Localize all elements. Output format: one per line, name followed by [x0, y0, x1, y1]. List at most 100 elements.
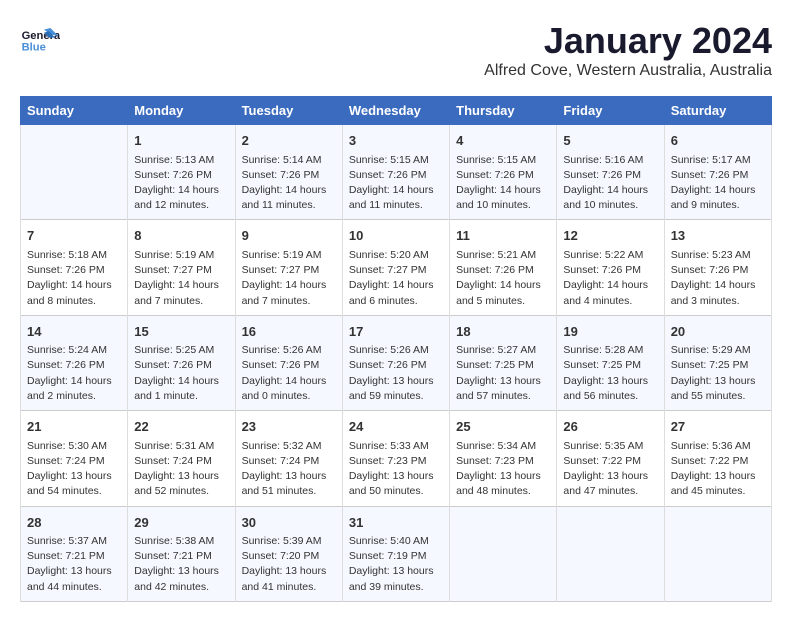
day-info: Sunrise: 5:31 AM Sunset: 7:24 PM Dayligh… — [134, 439, 228, 500]
day-number: 21 — [27, 417, 121, 437]
day-info: Sunrise: 5:16 AM Sunset: 7:26 PM Dayligh… — [563, 153, 657, 214]
day-number: 1 — [134, 131, 228, 151]
day-number: 25 — [456, 417, 550, 437]
month-title: January 2024 — [484, 20, 772, 62]
day-number: 6 — [671, 131, 765, 151]
calendar-cell: 1Sunrise: 5:13 AM Sunset: 7:26 PM Daylig… — [128, 125, 235, 220]
day-info: Sunrise: 5:14 AM Sunset: 7:26 PM Dayligh… — [242, 153, 336, 214]
calendar-cell: 22Sunrise: 5:31 AM Sunset: 7:24 PM Dayli… — [128, 411, 235, 506]
day-info: Sunrise: 5:30 AM Sunset: 7:24 PM Dayligh… — [27, 439, 121, 500]
calendar-cell: 7Sunrise: 5:18 AM Sunset: 7:26 PM Daylig… — [21, 220, 128, 315]
day-number: 12 — [563, 226, 657, 246]
week-row-3: 14Sunrise: 5:24 AM Sunset: 7:26 PM Dayli… — [21, 315, 772, 410]
calendar-cell: 13Sunrise: 5:23 AM Sunset: 7:26 PM Dayli… — [664, 220, 771, 315]
day-info: Sunrise: 5:27 AM Sunset: 7:25 PM Dayligh… — [456, 343, 550, 404]
calendar-cell: 3Sunrise: 5:15 AM Sunset: 7:26 PM Daylig… — [342, 125, 449, 220]
weekday-header-tuesday: Tuesday — [235, 97, 342, 125]
day-number: 8 — [134, 226, 228, 246]
day-info: Sunrise: 5:36 AM Sunset: 7:22 PM Dayligh… — [671, 439, 765, 500]
calendar-cell: 16Sunrise: 5:26 AM Sunset: 7:26 PM Dayli… — [235, 315, 342, 410]
calendar-cell: 29Sunrise: 5:38 AM Sunset: 7:21 PM Dayli… — [128, 506, 235, 601]
calendar-cell: 8Sunrise: 5:19 AM Sunset: 7:27 PM Daylig… — [128, 220, 235, 315]
svg-text:Blue: Blue — [22, 41, 46, 53]
calendar-cell — [450, 506, 557, 601]
day-number: 13 — [671, 226, 765, 246]
day-info: Sunrise: 5:28 AM Sunset: 7:25 PM Dayligh… — [563, 343, 657, 404]
calendar-cell: 24Sunrise: 5:33 AM Sunset: 7:23 PM Dayli… — [342, 411, 449, 506]
day-info: Sunrise: 5:38 AM Sunset: 7:21 PM Dayligh… — [134, 534, 228, 595]
day-number: 30 — [242, 513, 336, 533]
day-number: 15 — [134, 322, 228, 342]
day-info: Sunrise: 5:29 AM Sunset: 7:25 PM Dayligh… — [671, 343, 765, 404]
day-number: 26 — [563, 417, 657, 437]
calendar-cell: 21Sunrise: 5:30 AM Sunset: 7:24 PM Dayli… — [21, 411, 128, 506]
day-info: Sunrise: 5:20 AM Sunset: 7:27 PM Dayligh… — [349, 248, 443, 309]
week-row-5: 28Sunrise: 5:37 AM Sunset: 7:21 PM Dayli… — [21, 506, 772, 601]
day-number: 9 — [242, 226, 336, 246]
calendar-cell: 12Sunrise: 5:22 AM Sunset: 7:26 PM Dayli… — [557, 220, 664, 315]
calendar-cell — [664, 506, 771, 601]
calendar-cell: 23Sunrise: 5:32 AM Sunset: 7:24 PM Dayli… — [235, 411, 342, 506]
day-number: 27 — [671, 417, 765, 437]
weekday-header-friday: Friday — [557, 97, 664, 125]
calendar-cell: 4Sunrise: 5:15 AM Sunset: 7:26 PM Daylig… — [450, 125, 557, 220]
day-info: Sunrise: 5:19 AM Sunset: 7:27 PM Dayligh… — [134, 248, 228, 309]
day-info: Sunrise: 5:19 AM Sunset: 7:27 PM Dayligh… — [242, 248, 336, 309]
day-info: Sunrise: 5:23 AM Sunset: 7:26 PM Dayligh… — [671, 248, 765, 309]
day-number: 29 — [134, 513, 228, 533]
calendar-cell: 5Sunrise: 5:16 AM Sunset: 7:26 PM Daylig… — [557, 125, 664, 220]
day-number: 2 — [242, 131, 336, 151]
calendar-cell: 6Sunrise: 5:17 AM Sunset: 7:26 PM Daylig… — [664, 125, 771, 220]
day-number: 10 — [349, 226, 443, 246]
day-info: Sunrise: 5:25 AM Sunset: 7:26 PM Dayligh… — [134, 343, 228, 404]
day-number: 16 — [242, 322, 336, 342]
week-row-1: 1Sunrise: 5:13 AM Sunset: 7:26 PM Daylig… — [21, 125, 772, 220]
title-block: January 2024 Alfred Cove, Western Austra… — [484, 20, 772, 80]
week-row-4: 21Sunrise: 5:30 AM Sunset: 7:24 PM Dayli… — [21, 411, 772, 506]
calendar-cell — [21, 125, 128, 220]
week-row-2: 7Sunrise: 5:18 AM Sunset: 7:26 PM Daylig… — [21, 220, 772, 315]
day-number: 22 — [134, 417, 228, 437]
calendar-cell: 9Sunrise: 5:19 AM Sunset: 7:27 PM Daylig… — [235, 220, 342, 315]
day-number: 19 — [563, 322, 657, 342]
calendar-cell: 19Sunrise: 5:28 AM Sunset: 7:25 PM Dayli… — [557, 315, 664, 410]
day-info: Sunrise: 5:35 AM Sunset: 7:22 PM Dayligh… — [563, 439, 657, 500]
weekday-header-saturday: Saturday — [664, 97, 771, 125]
calendar-cell: 26Sunrise: 5:35 AM Sunset: 7:22 PM Dayli… — [557, 411, 664, 506]
day-info: Sunrise: 5:17 AM Sunset: 7:26 PM Dayligh… — [671, 153, 765, 214]
day-number: 4 — [456, 131, 550, 151]
location: Alfred Cove, Western Australia, Australi… — [484, 62, 772, 80]
page-header: General Blue January 2024 Alfred Cove, W… — [20, 20, 772, 80]
day-info: Sunrise: 5:15 AM Sunset: 7:26 PM Dayligh… — [456, 153, 550, 214]
calendar-cell: 20Sunrise: 5:29 AM Sunset: 7:25 PM Dayli… — [664, 315, 771, 410]
calendar-cell — [557, 506, 664, 601]
day-number: 3 — [349, 131, 443, 151]
day-info: Sunrise: 5:22 AM Sunset: 7:26 PM Dayligh… — [563, 248, 657, 309]
day-info: Sunrise: 5:24 AM Sunset: 7:26 PM Dayligh… — [27, 343, 121, 404]
day-number: 7 — [27, 226, 121, 246]
calendar-cell: 25Sunrise: 5:34 AM Sunset: 7:23 PM Dayli… — [450, 411, 557, 506]
weekday-header-monday: Monday — [128, 97, 235, 125]
day-info: Sunrise: 5:26 AM Sunset: 7:26 PM Dayligh… — [349, 343, 443, 404]
day-info: Sunrise: 5:32 AM Sunset: 7:24 PM Dayligh… — [242, 439, 336, 500]
day-number: 23 — [242, 417, 336, 437]
calendar-cell: 18Sunrise: 5:27 AM Sunset: 7:25 PM Dayli… — [450, 315, 557, 410]
calendar-cell: 14Sunrise: 5:24 AM Sunset: 7:26 PM Dayli… — [21, 315, 128, 410]
day-number: 24 — [349, 417, 443, 437]
day-number: 28 — [27, 513, 121, 533]
calendar-table: SundayMondayTuesdayWednesdayThursdayFrid… — [20, 96, 772, 602]
day-info: Sunrise: 5:37 AM Sunset: 7:21 PM Dayligh… — [27, 534, 121, 595]
calendar-cell: 17Sunrise: 5:26 AM Sunset: 7:26 PM Dayli… — [342, 315, 449, 410]
day-info: Sunrise: 5:26 AM Sunset: 7:26 PM Dayligh… — [242, 343, 336, 404]
calendar-cell: 15Sunrise: 5:25 AM Sunset: 7:26 PM Dayli… — [128, 315, 235, 410]
day-info: Sunrise: 5:39 AM Sunset: 7:20 PM Dayligh… — [242, 534, 336, 595]
calendar-cell: 10Sunrise: 5:20 AM Sunset: 7:27 PM Dayli… — [342, 220, 449, 315]
day-number: 14 — [27, 322, 121, 342]
day-info: Sunrise: 5:18 AM Sunset: 7:26 PM Dayligh… — [27, 248, 121, 309]
calendar-cell: 11Sunrise: 5:21 AM Sunset: 7:26 PM Dayli… — [450, 220, 557, 315]
weekday-header-thursday: Thursday — [450, 97, 557, 125]
weekday-header-sunday: Sunday — [21, 97, 128, 125]
day-number: 31 — [349, 513, 443, 533]
calendar-cell: 31Sunrise: 5:40 AM Sunset: 7:19 PM Dayli… — [342, 506, 449, 601]
day-number: 5 — [563, 131, 657, 151]
